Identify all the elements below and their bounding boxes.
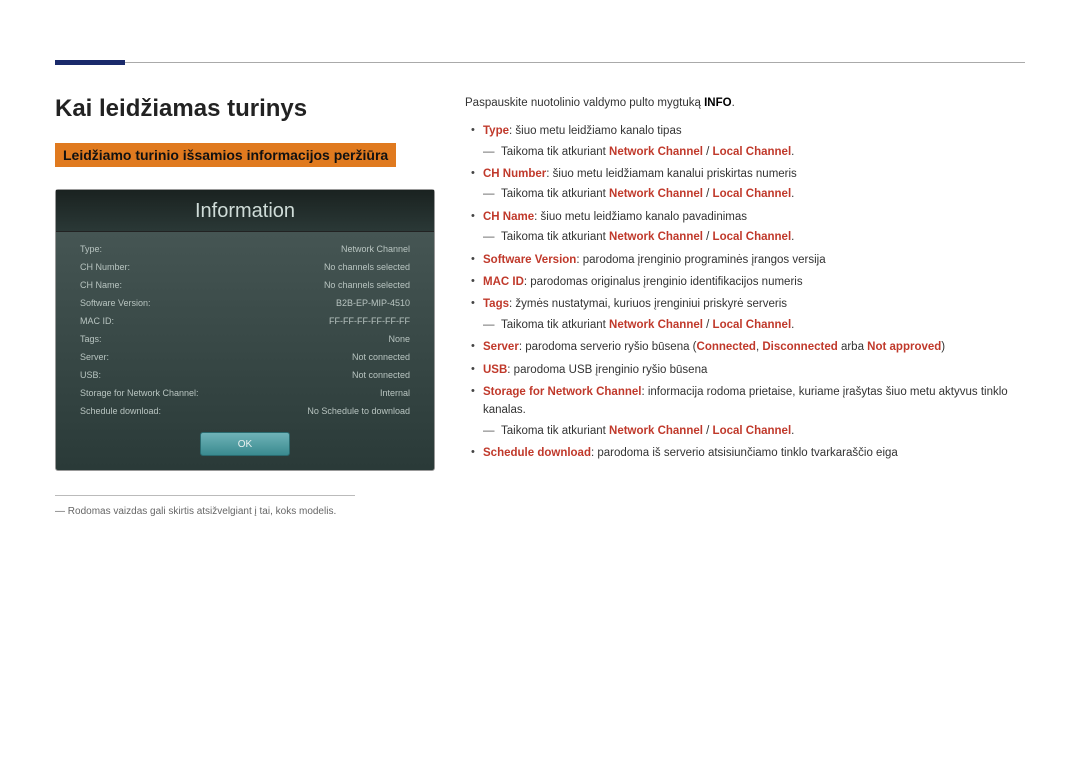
list-item: MAC ID: parodomas originalus įrenginio i…: [465, 273, 1025, 291]
sub-note: Taikoma tik atkuriant Network Channel / …: [483, 143, 1025, 161]
list-item: CH Number: šiuo metu leidžiamam kanalui …: [465, 165, 1025, 204]
left-column: Kai leidžiamas turinys Leidžiamo turinio…: [55, 95, 435, 517]
info-row: Schedule download:No Schedule to downloa…: [80, 402, 410, 420]
list-item: Tags: žymės nustatymai, kuriuos įrengini…: [465, 295, 1025, 334]
info-row: Software Version:B2B-EP-MIP-4510: [80, 294, 410, 312]
info-row: Storage for Network Channel:Internal: [80, 384, 410, 402]
page-title: Kai leidžiamas turinys: [55, 95, 435, 123]
sub-note: Taikoma tik atkuriant Network Channel / …: [483, 185, 1025, 203]
list-item: CH Name: šiuo metu leidžiamo kanalo pava…: [465, 208, 1025, 247]
intro-text: Paspauskite nuotolinio valdymo pulto myg…: [465, 95, 1025, 112]
list-item: Software Version: parodoma įrenginio pro…: [465, 251, 1025, 269]
ok-button[interactable]: OK: [200, 432, 290, 456]
info-row: CH Name:No channels selected: [80, 276, 410, 294]
info-row: Tags:None: [80, 330, 410, 348]
sub-note: Taikoma tik atkuriant Network Channel / …: [483, 228, 1025, 246]
info-list: Type: šiuo metu leidžiamo kanalo tipas T…: [465, 122, 1025, 462]
right-column: Paspauskite nuotolinio valdymo pulto myg…: [465, 95, 1025, 517]
list-item: Schedule download: parodoma iš serverio …: [465, 444, 1025, 462]
info-row: Type:Network Channel: [80, 240, 410, 258]
sub-note: Taikoma tik atkuriant Network Channel / …: [483, 422, 1025, 440]
sub-note: Taikoma tik atkuriant Network Channel / …: [483, 316, 1025, 334]
list-item: Type: šiuo metu leidžiamo kanalo tipas T…: [465, 122, 1025, 161]
footnote: Rodomas vaizdas gali skirtis atsižvelgia…: [55, 506, 435, 517]
list-item: Storage for Network Channel: informacija…: [465, 383, 1025, 440]
panel-title: Information: [56, 190, 434, 232]
info-row: MAC ID:FF-FF-FF-FF-FF-FF: [80, 312, 410, 330]
accent-bar: [55, 60, 125, 65]
info-row: Server:Not connected: [80, 348, 410, 366]
list-item: USB: parodoma USB įrenginio ryšio būsena: [465, 361, 1025, 379]
info-row: USB:Not connected: [80, 366, 410, 384]
info-row: CH Number:No channels selected: [80, 258, 410, 276]
information-panel: Information Type:Network Channel CH Numb…: [55, 189, 435, 471]
page-subtitle: Leidžiamo turinio išsamios informacijos …: [55, 143, 396, 167]
panel-body: Type:Network Channel CH Number:No channe…: [56, 232, 434, 424]
list-item: Server: parodoma serverio ryšio būsena (…: [465, 338, 1025, 356]
